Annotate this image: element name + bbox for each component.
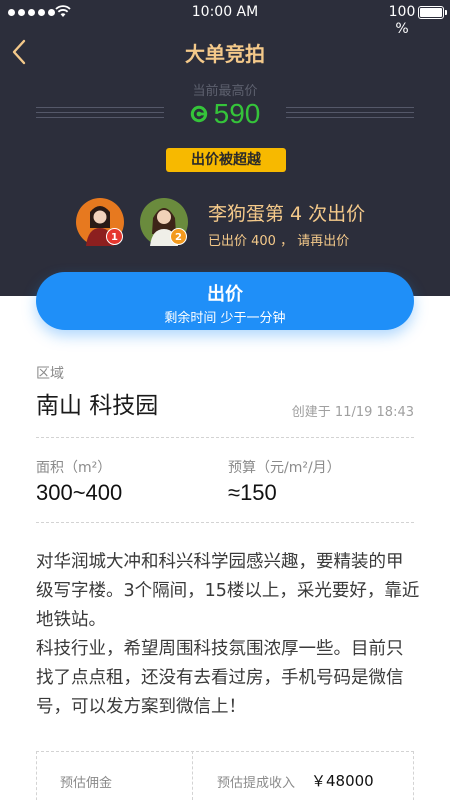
requirement-description: 对华润城大冲和科兴科学园感兴趣，要精装的甲级写字楼。3个隔间，15楼以上，采光要… <box>36 552 420 717</box>
area-label: 面积（m²） <box>36 460 112 476</box>
rank-badge-2: 2 <box>170 228 187 245</box>
divider <box>36 522 414 523</box>
budget-value: ≈150 <box>228 480 277 505</box>
bid-button-label: 出价 <box>207 284 243 305</box>
income-label: 预估提成收入 <box>217 776 296 791</box>
current-bid-label: 当前最高价 <box>192 84 258 99</box>
rank-badge-1: 1 <box>106 228 123 245</box>
budget-label: 预算（元/m²/月） <box>228 460 341 476</box>
estimate-divider <box>192 751 193 800</box>
bid-button[interactable]: 出价 剩余时间 少于一分钟 <box>36 272 414 330</box>
remaining-time: 剩余时间 少于一分钟 <box>164 311 286 326</box>
page-title: 大单竞拍 <box>185 42 265 66</box>
current-bid-value: 590 <box>213 98 261 129</box>
current-bid: 590 <box>0 98 450 130</box>
region-label: 区域 <box>36 366 64 382</box>
region-value: 南山 科技园 <box>36 393 159 419</box>
created-at: 创建于 11/19 18:43 <box>291 405 414 420</box>
divider <box>36 437 414 438</box>
commission-label: 预估佣金 <box>60 776 113 791</box>
area-value: 300~400 <box>36 480 123 505</box>
status-bar: 10:00 AM 100 % <box>0 0 450 37</box>
auction-header: 10:00 AM 100 % 大单竞拍 当前最高价 590 出价被超越 1 2 … <box>0 0 450 296</box>
income-value: ￥48000 <box>311 772 374 790</box>
bidder-status: 已出价 400 ， 请再出价 <box>208 234 350 249</box>
coin-icon <box>190 105 207 123</box>
bidder-name: 李狗蛋第 4 次出价 <box>208 203 366 225</box>
battery-icon <box>418 6 447 19</box>
outbid-badge: 出价被超越 <box>166 148 286 172</box>
